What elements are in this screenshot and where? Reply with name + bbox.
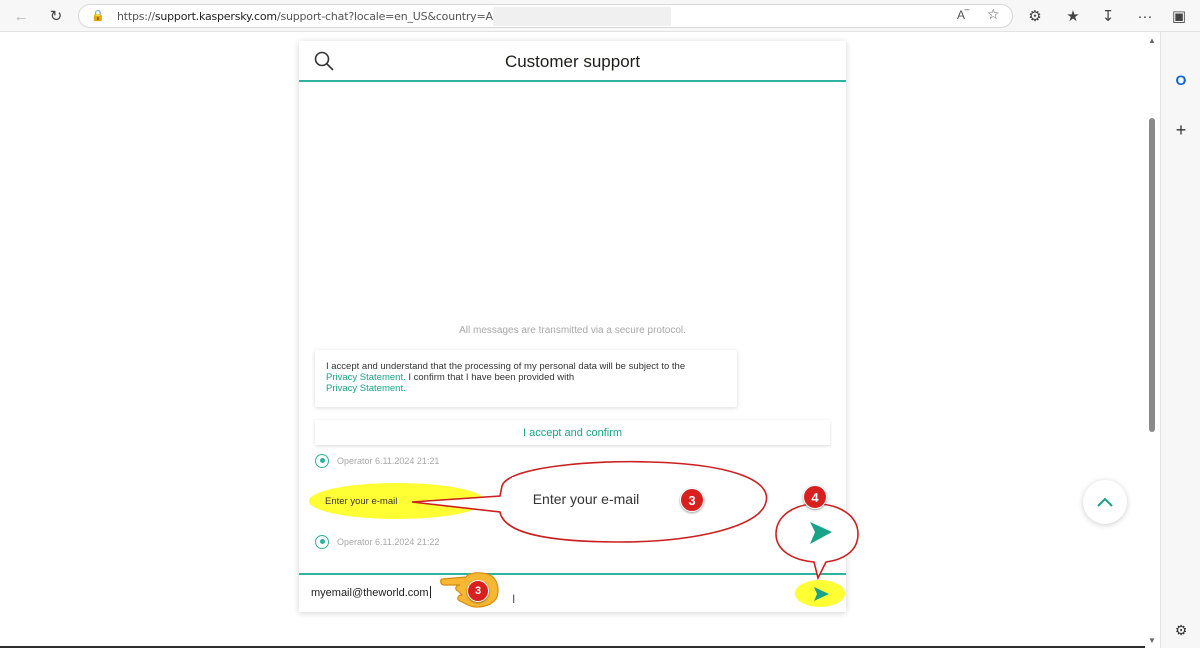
refresh-icon[interactable]: ↻	[45, 5, 67, 27]
callout-text: Enter your e-mail	[512, 477, 660, 521]
send-callout-balloon	[775, 503, 859, 580]
accept-confirm-button[interactable]: I accept and confirm	[315, 420, 830, 445]
consent-text-2: I confirm that I have been provided with	[405, 372, 575, 383]
message-input-bar: myemail@theworld.com	[299, 573, 846, 612]
scrollbar-thumb[interactable]	[1149, 118, 1155, 432]
more-menu-icon[interactable]: ···	[1134, 5, 1156, 27]
downloads-icon[interactable]: ↧	[1097, 5, 1119, 27]
add-icon[interactable]: +	[1171, 120, 1191, 140]
favorite-star-icon[interactable]: ☆	[987, 6, 1000, 23]
consent-message: I accept and understand that the process…	[315, 350, 737, 407]
step-badge-3: 3	[680, 488, 704, 512]
secure-notice: All messages are transmitted via a secur…	[459, 325, 686, 336]
step-badge-4: 4	[803, 485, 827, 509]
send-icon[interactable]	[812, 585, 830, 603]
sidebar-toggle-icon[interactable]: ▣	[1168, 5, 1190, 27]
scroll-up-arrow-icon[interactable]: ▲	[1146, 36, 1158, 45]
privacy-link[interactable]: Privacy Statement.	[326, 372, 406, 383]
browser-toolbar: ← ↻ 🔒 https://support.kaspersky.com/supp…	[0, 0, 1200, 32]
message-input[interactable]: myemail@theworld.com	[311, 586, 431, 599]
user-circle-icon	[315, 454, 329, 468]
url-text: https://support.kaspersky.com/support-ch…	[117, 10, 534, 23]
back-icon[interactable]: ←	[10, 5, 32, 27]
lock-icon: 🔒	[91, 10, 105, 22]
address-bar[interactable]: 🔒 https://support.kaspersky.com/support-…	[78, 4, 1013, 28]
settings-icon[interactable]: ⚙	[1171, 620, 1191, 640]
read-aloud-icon[interactable]: A‾	[957, 8, 969, 22]
scroll-to-top-button[interactable]	[1083, 480, 1127, 524]
chevron-up-icon	[1097, 497, 1113, 507]
redacted-area	[493, 7, 671, 26]
scroll-down-arrow-icon[interactable]: ▼	[1146, 636, 1158, 645]
step-badge-3-hand: 3	[467, 580, 489, 602]
extensions-icon[interactable]: ⚙	[1024, 5, 1046, 27]
favorites-icon[interactable]: ★	[1062, 5, 1084, 27]
outlook-icon[interactable]: O	[1171, 70, 1191, 90]
chat-header: Customer support	[299, 41, 846, 82]
user-circle-icon	[315, 535, 329, 549]
consent-text: I accept and understand that the process…	[326, 361, 686, 372]
chat-title: Customer support	[504, 52, 641, 71]
browser-sidebar: O + ⚙	[1160, 32, 1200, 648]
text-cursor-icon: I	[512, 592, 516, 606]
privacy-link-2[interactable]: Privacy Statement.	[326, 383, 406, 394]
